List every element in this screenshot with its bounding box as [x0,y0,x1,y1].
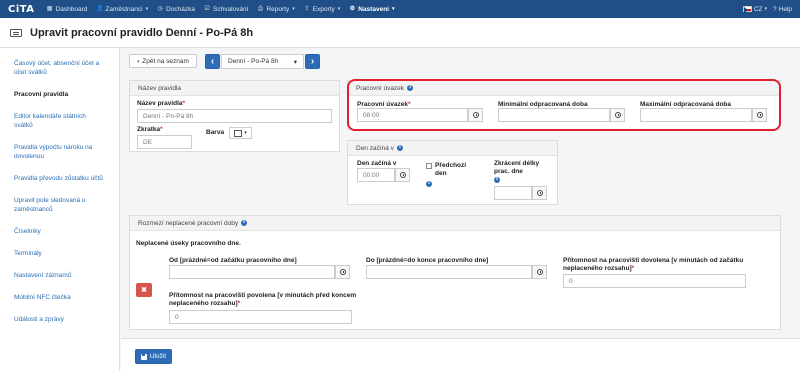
help-icon: ? [773,5,777,13]
sidebar-item-terminals[interactable]: Terminály [0,246,119,261]
nav-exports[interactable]: ⇪ Exporty ▾ [304,6,341,13]
navbar-right: CZ ▾ ? Help [742,0,792,18]
czech-flag-icon [742,6,752,13]
from-time-button[interactable] [335,265,350,279]
sidebar-item-nfc-reader[interactable]: Mobilní NFC čtečka [0,290,119,305]
app-logo[interactable]: CiTA [8,4,35,15]
keyboard-icon [10,28,22,37]
highlight-box [347,79,781,131]
next-rule-button[interactable]: › [305,54,320,69]
previous-rule-button[interactable]: ‹ [205,54,220,69]
previous-day-checkbox[interactable] [426,163,432,169]
chevron-down-icon: ▾ [145,6,149,12]
language-switcher[interactable]: CZ ▾ [742,6,767,13]
nav-approval[interactable]: ☑ Schvalování [204,6,248,13]
sidebar-item-codebooks[interactable]: Číselníky [0,224,119,239]
panel-header: Den začíná vi [348,141,557,156]
chevron-down-icon: ▾ [764,6,767,12]
chevron-down-icon: ▾ [292,6,295,12]
chevron-down-icon: ▾ [337,6,341,12]
footer-bar [121,338,800,371]
to-label: Do [prázdné=do konce pracovního dne] [366,257,489,264]
chevron-left-icon: ‹ [137,57,140,65]
color-swatch [234,129,243,137]
nav-settings[interactable]: ⚙ Nastavení ▾ [349,6,395,13]
nav-dashboard[interactable]: ▦ Dashboard [47,6,88,13]
nav-employees[interactable]: 👤 Zaměstnanci ▾ [96,6,148,13]
gear-icon: ⚙ [349,6,355,12]
day-start-input[interactable]: 00:00 [357,168,395,182]
shorten-day-label: Zkrácení délky prac. dne [494,160,540,175]
presence-before-input[interactable]: 0 [169,310,352,324]
day-start-label: Den začíná v [357,160,397,167]
sidebar-item-events[interactable]: Události a zprávy [0,312,119,327]
presence-after-input[interactable]: 0 [563,274,746,288]
unpaid-subtitle: Neplacené úseky pracovního dne. [136,240,241,247]
sidebar-item-accounts[interactable]: Časový účet, absenční účet a účet svátků [0,56,119,80]
sidebar-item-vacation-rules[interactable]: Pravidla výpočtu nároku na dovolenou [0,140,119,164]
chevron-down-icon: ▾ [293,58,297,66]
rule-select[interactable]: Denní - Po-Pá 8h ▾ [221,54,304,69]
sidebar: Časový účet, absenční účet a účet svátků… [0,48,120,371]
print-icon: ⎙ [258,6,263,12]
clock-icon: ◷ [157,6,163,12]
users-icon: 👤 [96,6,104,12]
info-icon[interactable]: i [426,181,432,187]
rule-name-label: Název pravidla* [137,100,186,107]
color-picker-button[interactable]: ▾ [229,127,252,139]
close-icon: ✖ [141,287,147,294]
sidebar-item-holiday-calendar[interactable]: Editor kalendáře státních svátků [0,109,119,133]
info-icon[interactable]: i [494,177,500,183]
clock-icon [399,172,406,178]
back-to-list-button[interactable]: ‹ Zpět na seznam [129,54,197,68]
chevron-down-icon: ▾ [392,6,395,12]
panel-header: Rozmezí neplacené pracovní doby i [130,216,780,231]
info-icon[interactable]: i [396,145,403,151]
shorten-day-time-button[interactable] [532,186,547,200]
info-icon[interactable]: i [241,220,248,226]
color-label: Barva [206,129,225,136]
export-icon: ⇪ [304,6,310,12]
chevron-left-icon: ‹ [210,56,215,67]
rule-name-input[interactable]: Denní - Po-Pá 8h [137,109,332,123]
nav-reports[interactable]: ⎙ Reporty ▾ [257,6,295,13]
clock-icon [536,269,543,275]
page-title: Upravit pracovní pravidlo Denní - Po-Pá … [30,26,254,39]
chevron-down-icon: ▾ [244,130,247,136]
check-icon: ☑ [204,6,210,12]
sidebar-item-employee-fields[interactable]: Upravit pole sledovaná u zaměstnanců [0,193,119,217]
sidebar-item-work-rules[interactable]: Pracovní pravidla [0,87,119,102]
sidebar-item-balance-transfer[interactable]: Pravidla převodu zůstatku účtů [0,171,119,186]
save-icon [140,353,147,360]
to-time-button[interactable] [532,265,547,279]
day-start-time-button[interactable] [395,168,410,182]
panel-header: Název pravidla [130,81,339,96]
help-link[interactable]: ? Help [773,6,792,13]
clock-icon [339,269,346,275]
dashboard-icon: ▦ [46,6,53,12]
page-header: Upravit pracovní pravidlo Denní - Po-Pá … [0,18,800,48]
sidebar-item-record-settings[interactable]: Nastavení záznamů [0,268,119,283]
delete-range-button[interactable]: ✖ [136,283,152,297]
clock-icon [536,190,543,196]
shorten-day-input[interactable] [494,186,532,200]
to-input[interactable] [366,265,532,279]
abbreviation-input[interactable]: DE [137,135,192,149]
presence-before-label: Přítomnost na pracovišti povolena [v min… [169,292,357,307]
abbreviation-label: Zkratka* [137,126,163,133]
chevron-right-icon: › [310,56,315,67]
from-label: Od [prázdné=od začátku pracovního dne] [169,257,297,264]
presence-after-label: Přítomnost na pracovišti dovolena [v min… [563,257,744,272]
nav-attendance[interactable]: ◷ Docházka [157,6,195,13]
from-input[interactable] [169,265,335,279]
top-navbar: CiTA ▦ Dashboard 👤 Zaměstnanci ▾ ◷ Docházka … [0,0,800,18]
save-button[interactable]: Uložit [135,349,172,364]
previous-day-label: Předchozí den [435,162,467,177]
